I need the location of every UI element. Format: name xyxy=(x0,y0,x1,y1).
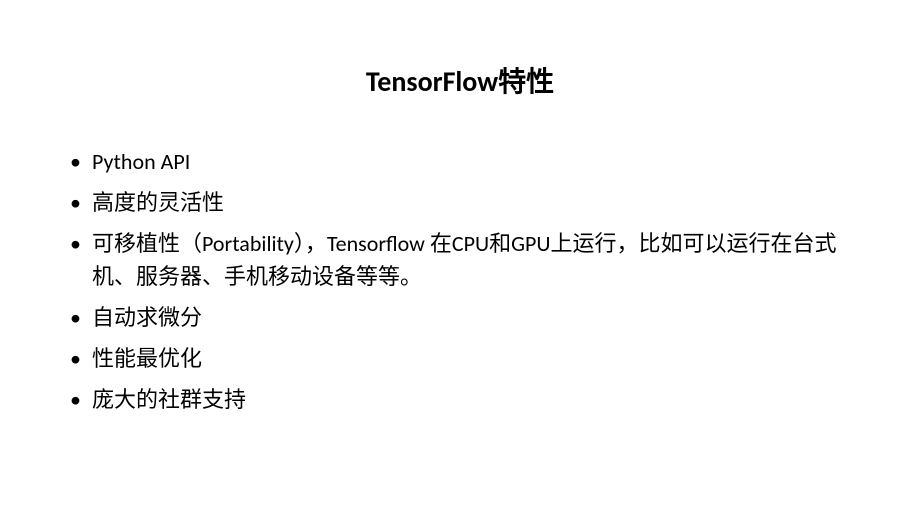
list-item: 性能最优化 xyxy=(70,342,860,375)
list-item: 庞大的社群支持 xyxy=(70,383,860,416)
list-item: 高度的灵活性 xyxy=(70,186,860,219)
list-item: 可移植性（Portability），Tensorflow 在CPU和GPU上运行… xyxy=(70,227,860,293)
bullet-list: Python API 高度的灵活性 可移植性（Portability），Tens… xyxy=(60,145,860,416)
slide-title: TensorFlow特性 xyxy=(60,60,860,100)
list-item: 自动求微分 xyxy=(70,301,860,334)
list-item: Python API xyxy=(70,145,860,178)
